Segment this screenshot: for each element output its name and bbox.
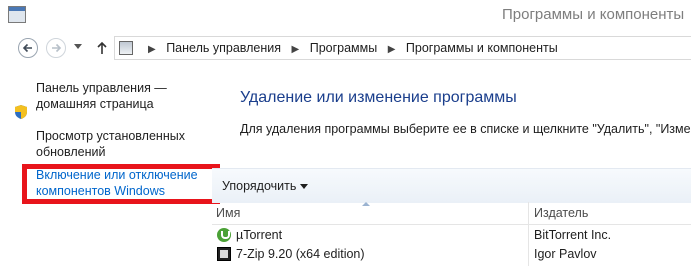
sidebar-item-control-panel-home[interactable]: Панель управления — домашняя страница	[36, 80, 167, 112]
address-bar[interactable]: ▶ Панель управления ▶ Программы ▶ Програ…	[114, 36, 691, 60]
recent-locations-icon[interactable]	[74, 44, 82, 50]
program-name: 7-Zip 9.20 (x64 edition)	[236, 247, 365, 261]
column-header-name[interactable]: Имя	[216, 206, 240, 220]
column-header-publisher[interactable]: Издатель	[534, 206, 588, 220]
sidebar-item-view-installed-updates[interactable]: Просмотр установленных обновлений	[36, 128, 185, 160]
title-bar: Программы и компоненты	[0, 0, 691, 32]
programs-table: Имя Издатель µTorrent BitTorrent Inc. 7-…	[212, 202, 691, 266]
chevron-right-icon[interactable]: ▶	[292, 44, 300, 55]
program-publisher: BitTorrent Inc.	[534, 228, 612, 242]
highlight-frame	[22, 164, 220, 204]
sidebar-item-label: Панель управления —	[36, 81, 167, 95]
page-description: Для удаления программы выберите ее в спи…	[240, 122, 691, 136]
forward-button[interactable]	[46, 38, 66, 58]
window-title: Программы и компоненты	[502, 6, 685, 23]
table-row[interactable]: 7-Zip 9.20 (x64 edition) Igor Pavlov	[212, 244, 691, 264]
sidebar-item-label: домашняя страница	[36, 97, 154, 111]
sidebar-item-label: Просмотр установленных	[36, 129, 185, 143]
table-row[interactable]: µTorrent BitTorrent Inc.	[212, 225, 691, 245]
breadcrumb-programs[interactable]: Программы	[310, 41, 378, 55]
window-icon	[8, 6, 26, 23]
chevron-down-icon[interactable]	[300, 184, 308, 189]
sidebar-item-label: обновлений	[36, 145, 106, 159]
breadcrumb-control-panel[interactable]: Панель управления	[166, 41, 281, 55]
breadcrumb-programs-and-features[interactable]: Программы и компоненты	[406, 41, 558, 55]
chevron-right-icon: ▶	[148, 44, 156, 55]
table-header: Имя Издатель	[212, 202, 691, 225]
navigation-bar: ▶ Панель управления ▶ Программы ▶ Програ…	[0, 32, 691, 64]
arrow-left-icon	[22, 43, 32, 53]
shield-icon	[15, 105, 27, 119]
up-arrow-icon[interactable]	[96, 41, 108, 55]
arrow-right-icon	[52, 43, 62, 53]
control-panel-icon	[119, 41, 133, 55]
organize-button[interactable]: Упорядочить	[222, 179, 296, 193]
7zip-icon	[217, 247, 231, 261]
program-name: µTorrent	[236, 228, 283, 242]
utorrent-icon	[217, 228, 231, 242]
command-bar: Упорядочить	[212, 168, 691, 203]
breadcrumb: ▶ Панель управления ▶ Программы ▶ Програ…	[141, 41, 558, 55]
sort-ascending-icon	[362, 202, 370, 206]
program-publisher: Igor Pavlov	[534, 247, 597, 261]
chevron-right-icon[interactable]: ▶	[388, 44, 396, 55]
page-title: Удаление или изменение программы	[240, 89, 517, 106]
back-button[interactable]	[18, 38, 38, 58]
